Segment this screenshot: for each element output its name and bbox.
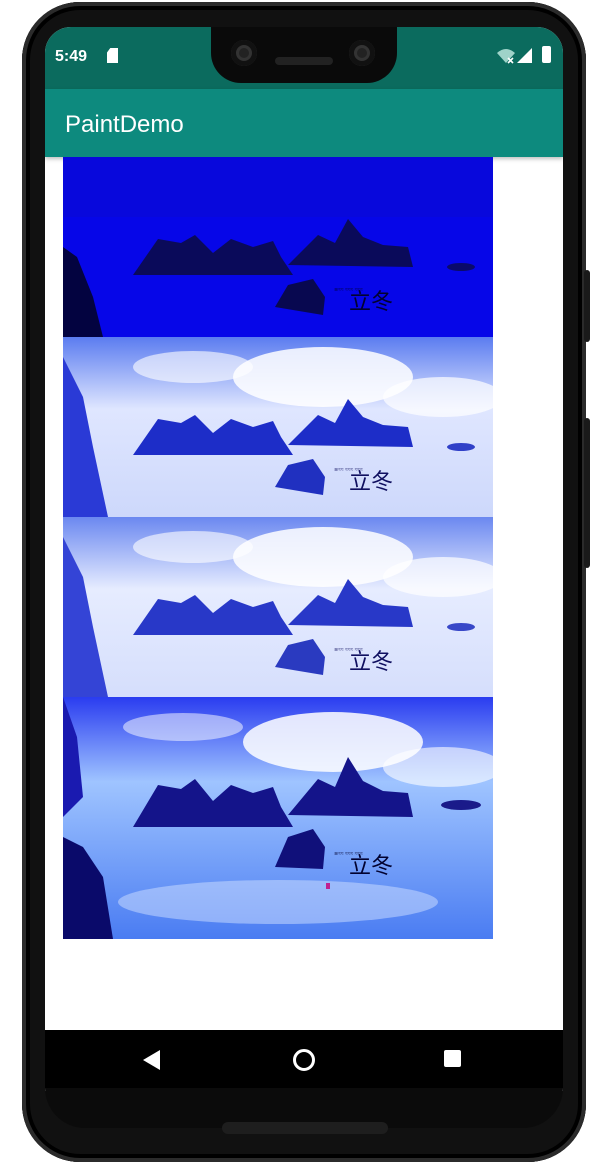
bottom-speaker — [222, 1122, 388, 1134]
back-icon[interactable] — [143, 1050, 160, 1070]
sd-card-icon — [107, 48, 118, 63]
status-bar: 5:49 — [45, 27, 563, 89]
status-time: 5:49 — [55, 48, 88, 65]
recent-apps-icon[interactable] — [444, 1050, 461, 1067]
calligraphy-title-3: 立冬 — [349, 650, 393, 675]
image-strip-dark-blue: 立冬 ≋≈≈ ≈≈≈ ≈≈≈ — [63, 157, 493, 337]
app-title: PaintDemo — [65, 111, 184, 138]
screen: 5:49 PaintDemo 立冬 ≋≈≈ ≈≈≈ ≈≈≈ 立冬 ≋≈≈ ≈≈≈… — [45, 27, 563, 1091]
image-strip-light-1: 立冬 ≋≈≈ ≈≈≈ ≈≈≈ — [63, 337, 493, 517]
front-camera-right — [349, 40, 375, 66]
image-strip-light-2: 立冬 ≋≈≈ ≈≈≈ ≈≈≈ — [63, 517, 493, 697]
calligraphy-title-4: 立冬 — [349, 854, 393, 879]
navigation-bar — [45, 1030, 563, 1088]
power-button — [584, 270, 590, 342]
signal-icon — [517, 48, 532, 63]
camera-notch — [211, 27, 397, 83]
svg-text:≋≈≈ ≈≈≈ ≈≈≈: ≋≈≈ ≈≈≈ ≈≈≈ — [334, 467, 363, 473]
volume-button — [584, 418, 590, 568]
image-list: 立冬 ≋≈≈ ≈≈≈ ≈≈≈ 立冬 ≋≈≈ ≈≈≈ ≈≈≈ 立冬 ≋≈≈ ≈≈≈… — [63, 157, 493, 939]
svg-text:≋≈≈ ≈≈≈ ≈≈≈: ≋≈≈ ≈≈≈ ≈≈≈ — [334, 287, 363, 293]
earpiece-speaker — [275, 57, 333, 65]
calligraphy-title-2: 立冬 — [349, 470, 393, 495]
front-camera-left — [231, 40, 257, 66]
image-strip-blue-original: 立冬 ≋≈≈ ≈≈≈ ≈≈≈ — [63, 697, 493, 939]
calligraphy-title-1: 立冬 — [349, 290, 393, 315]
svg-text:≋≈≈ ≈≈≈ ≈≈≈: ≋≈≈ ≈≈≈ ≈≈≈ — [334, 647, 363, 653]
home-icon[interactable] — [293, 1049, 315, 1071]
svg-text:≋≈≈ ≈≈≈ ≈≈≈: ≋≈≈ ≈≈≈ ≈≈≈ — [334, 851, 363, 857]
battery-icon — [542, 46, 551, 63]
app-bar: PaintDemo — [45, 89, 563, 157]
wifi-icon — [497, 49, 515, 64]
